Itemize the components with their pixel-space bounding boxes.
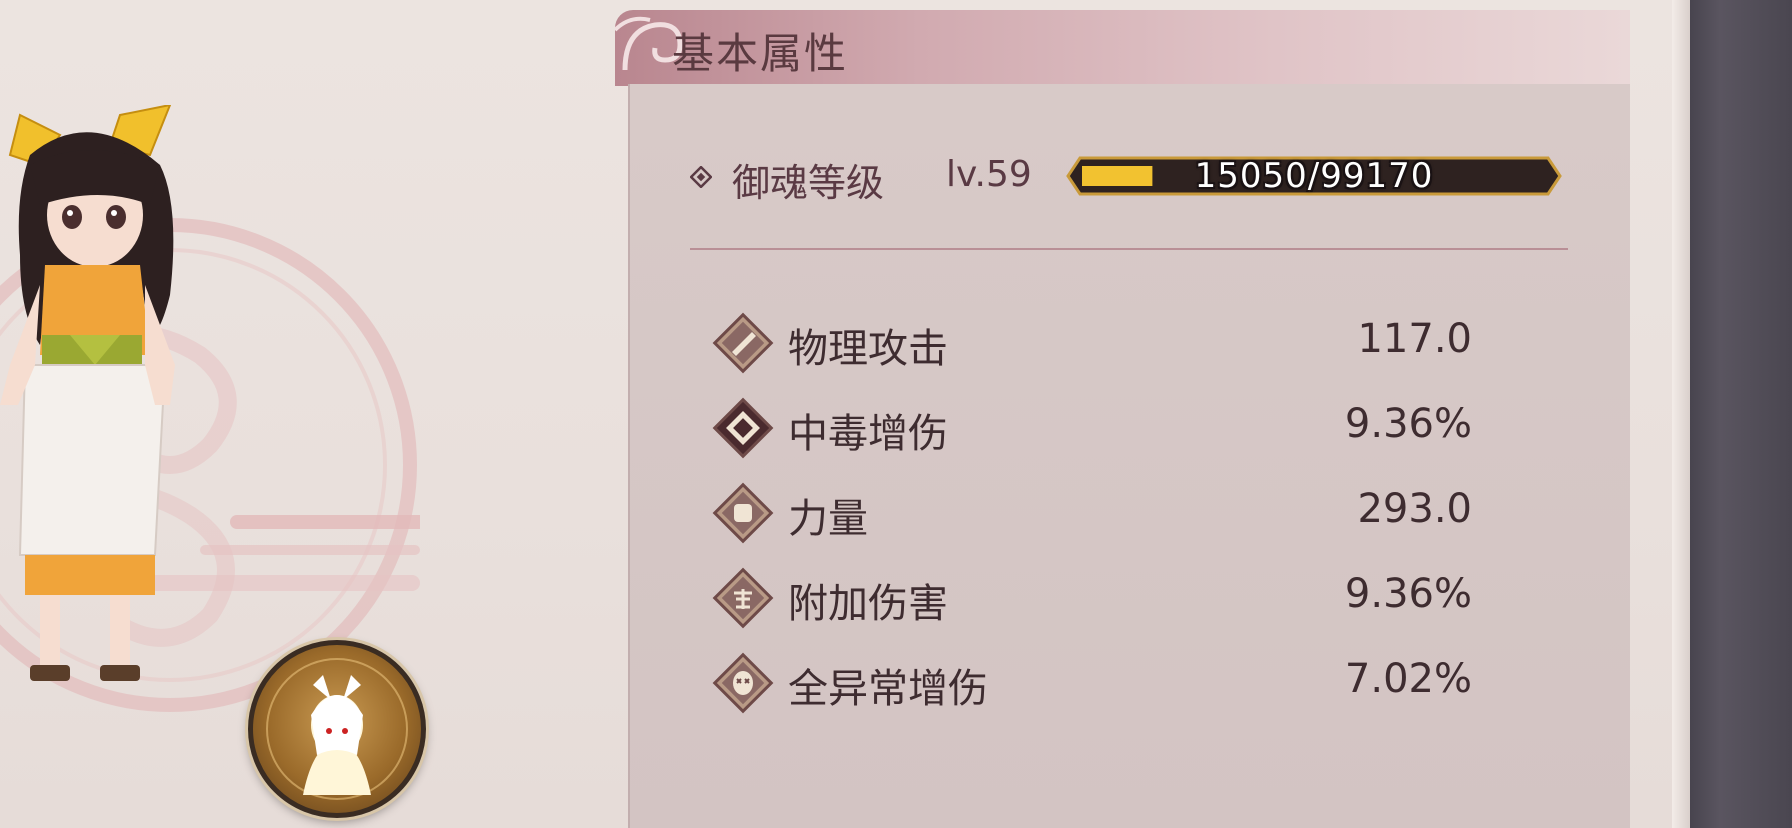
background-scene-edge [1672, 0, 1792, 828]
stat-name: 力量 [788, 496, 868, 542]
section-divider [690, 248, 1568, 250]
stat-value: 293.0 [1357, 486, 1472, 532]
game-screen: 基本属性 御魂等级 lv.59 15050/99170 物理攻击 117.0 中… [0, 0, 1792, 828]
poison-icon [712, 397, 774, 459]
mask-icon [712, 652, 774, 714]
stat-row-strength: 力量 293.0 [712, 478, 1472, 563]
stat-value: 9.36% [1344, 401, 1472, 447]
stat-name: 物理攻击 [788, 326, 948, 372]
stat-value: 7.02% [1344, 656, 1472, 702]
stat-row-poison-damage: 中毒增伤 9.36% [712, 393, 1472, 478]
character-showcase [0, 0, 628, 828]
spirit-icon [266, 658, 408, 800]
soul-level-value: lv.59 [946, 154, 1032, 195]
shikigami-avatar-button[interactable] [248, 640, 426, 818]
stat-name: 附加伤害 [788, 581, 948, 627]
soul-level-row: 御魂等级 lv.59 15050/99170 [690, 150, 1590, 210]
panel-frame-edge [1672, 0, 1690, 828]
diamond-bullet-icon [690, 166, 712, 188]
stat-row-all-abnormal-damage: 全异常增伤 7.02% [712, 648, 1472, 733]
stat-name: 中毒增伤 [788, 411, 948, 457]
stat-name: 全异常增伤 [788, 666, 988, 712]
sword-icon [712, 312, 774, 374]
soul-level-label: 御魂等级 [732, 161, 885, 205]
character-model[interactable] [0, 105, 200, 705]
stat-list: 物理攻击 117.0 中毒增伤 9.36% 力量 293.0 附加伤害 9.36… [712, 308, 1472, 733]
stat-value: 117.0 [1357, 316, 1472, 362]
exp-progress-text: 15050/99170 [1194, 156, 1434, 196]
stat-row-physical-attack: 物理攻击 117.0 [712, 308, 1472, 393]
fist-icon [712, 482, 774, 544]
stat-value: 9.36% [1344, 571, 1472, 617]
bonus-damage-icon [712, 567, 774, 629]
stat-row-bonus-damage: 附加伤害 9.36% [712, 563, 1472, 648]
panel-title: 基本属性 [672, 29, 849, 78]
